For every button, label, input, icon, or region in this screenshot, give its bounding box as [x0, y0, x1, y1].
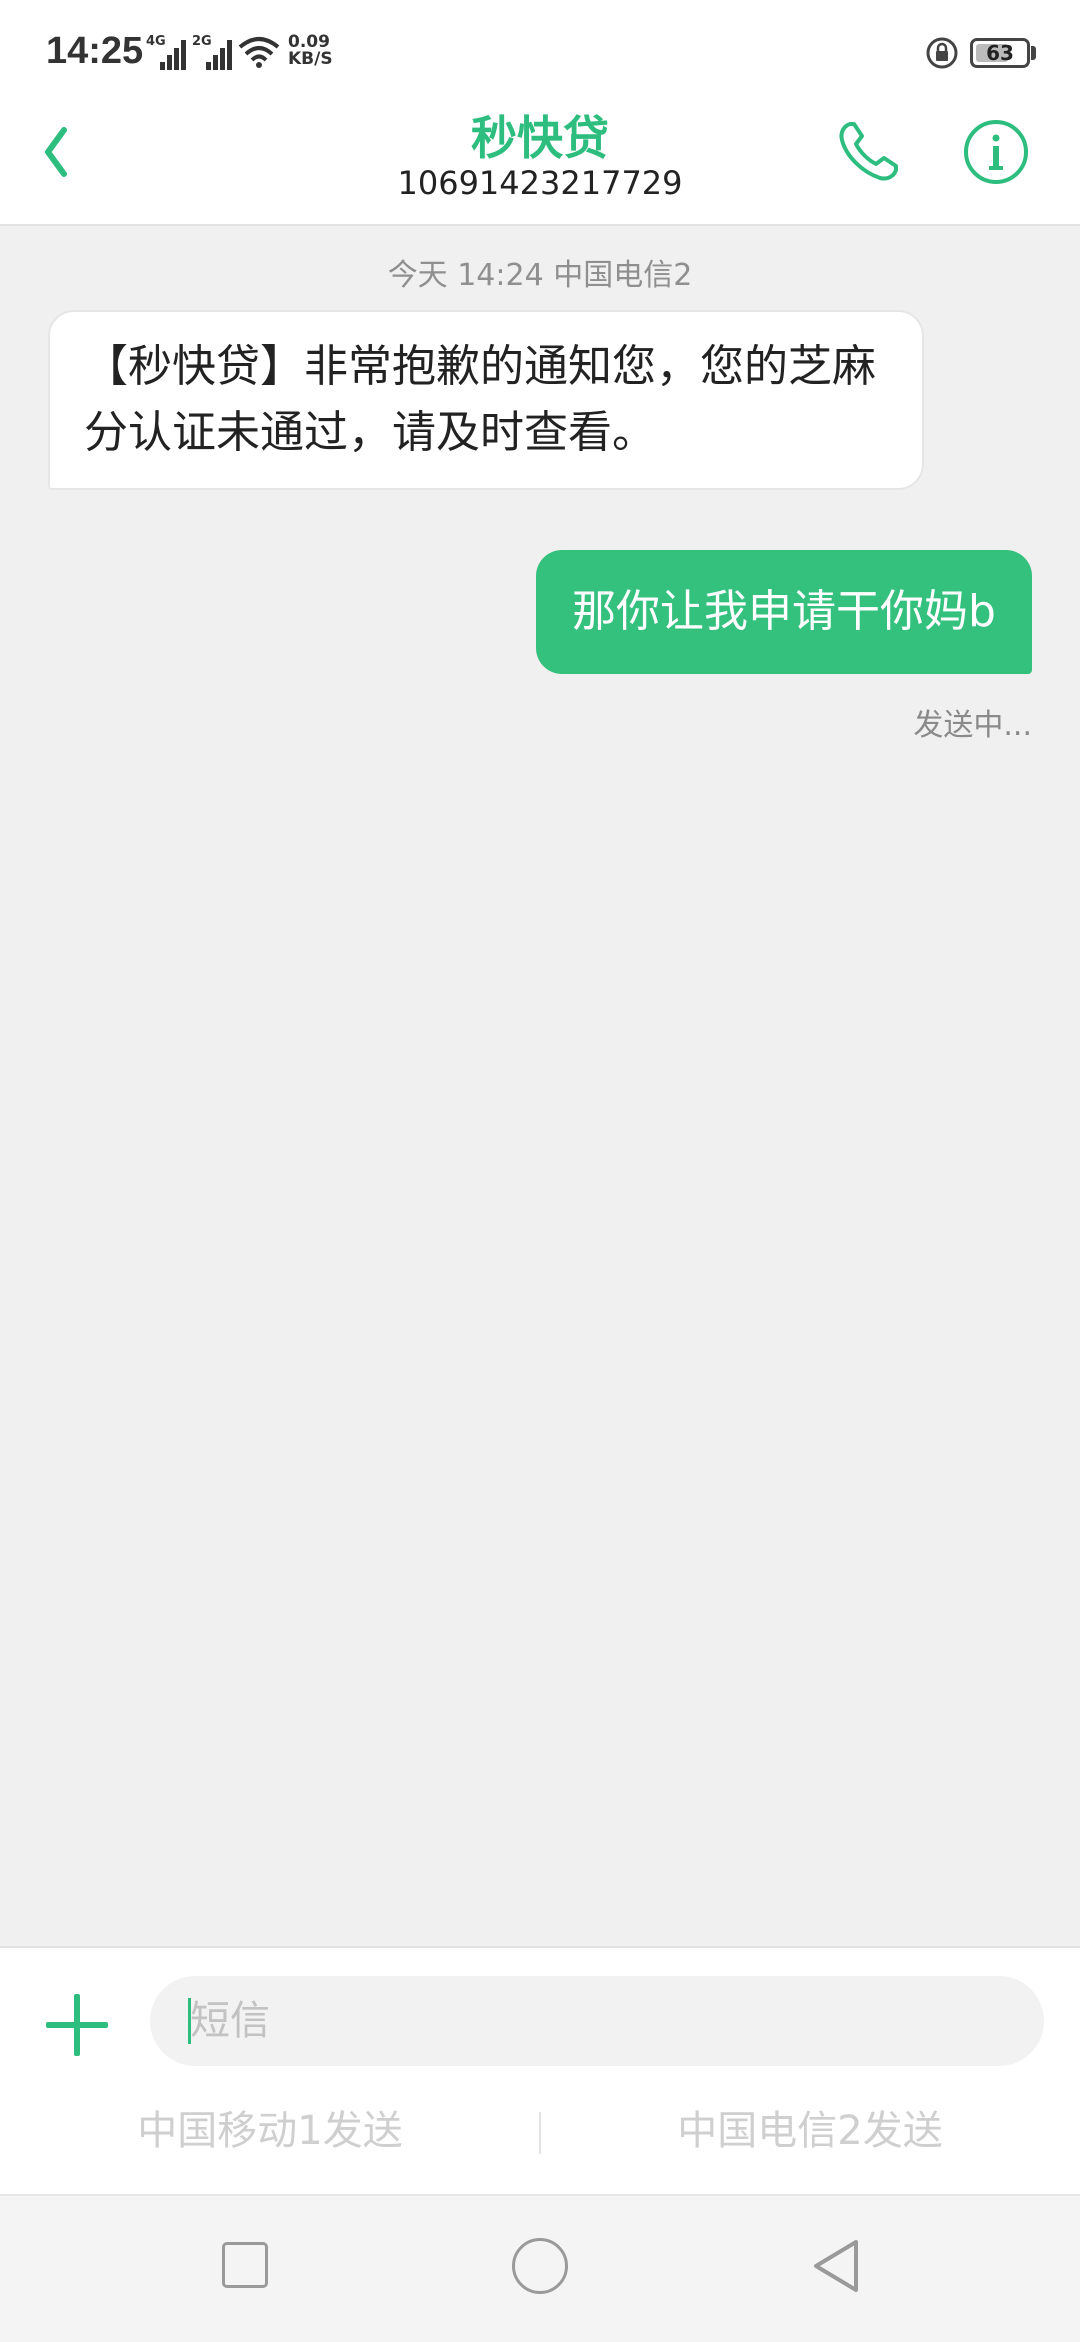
message-timestamp: 今天 14:24 中国电信2: [387, 258, 693, 293]
system-navigation-bar: [0, 2194, 1080, 2342]
outgoing-message-bubble[interactable]: 那你让我申请干你妈b: [536, 550, 1032, 674]
network-speed-unit: KB/S: [288, 49, 333, 69]
message-input[interactable]: 短信: [150, 1976, 1044, 2066]
message-input-placeholder: 短信: [190, 1998, 270, 2044]
message-list[interactable]: 今天 14:24 中国电信2 【秒快贷】非常抱歉的通知您，您的芝麻分认证未通过，…: [0, 226, 1080, 1946]
compose-bar: 短信 中国移动1发送 中国电信2发送: [0, 1946, 1080, 2196]
contact-number: 10691423217729: [397, 164, 683, 202]
network-speed: 0.09 KB/S: [288, 34, 333, 68]
add-attachment-icon[interactable]: [46, 1994, 108, 2056]
conversation-header: 秒快贷 10691423217729: [0, 100, 1080, 226]
status-time: 14:25: [46, 30, 144, 72]
battery-icon: 63: [970, 38, 1030, 68]
recent-apps-icon[interactable]: [222, 2242, 268, 2288]
send-sim2-button[interactable]: 中国电信2发送: [540, 2098, 1080, 2156]
status-bar: 14:25 4G 2G 0.09 KB/S 63: [0, 0, 1080, 100]
wifi-icon: [238, 37, 280, 68]
battery-level: 63: [986, 41, 1014, 65]
incoming-message-bubble[interactable]: 【秒快贷】非常抱歉的通知您，您的芝麻分认证未通过，请及时查看。: [48, 310, 924, 490]
send-sim1-button[interactable]: 中国移动1发送: [0, 2098, 540, 2156]
phone-icon[interactable]: [836, 118, 902, 184]
contact-name: 秒快贷: [471, 111, 609, 165]
home-icon[interactable]: [512, 2238, 568, 2294]
info-icon[interactable]: [962, 118, 1030, 186]
message-send-status: 发送中...: [913, 708, 1032, 743]
nav-back-icon[interactable]: [808, 2236, 862, 2296]
rotation-lock-icon: [926, 37, 958, 69]
battery-tip: [1031, 46, 1036, 60]
